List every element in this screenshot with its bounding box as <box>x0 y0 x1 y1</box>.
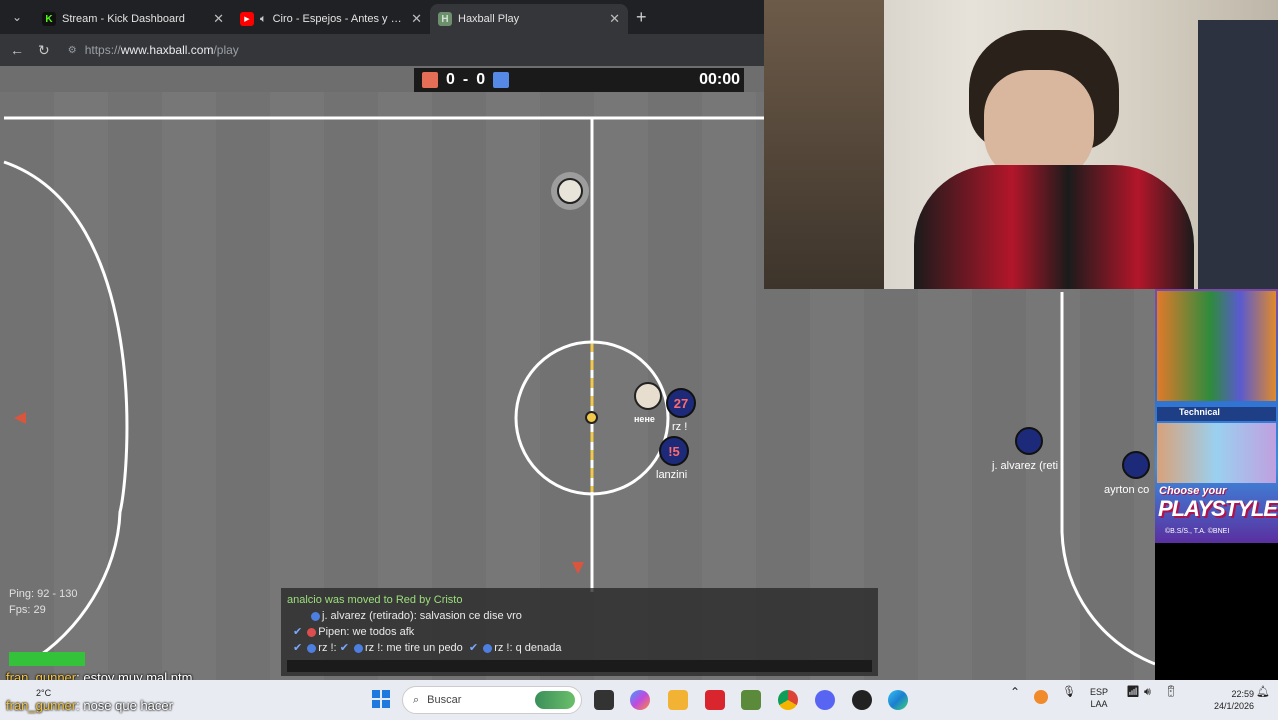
tray-chevron-icon[interactable]: ⌃ <box>1010 686 1020 698</box>
volume-icon[interactable]: 🔊︎ <box>1144 686 1151 698</box>
network-graph <box>9 652 85 666</box>
discord-icon[interactable] <box>815 690 835 710</box>
blue-team-dot-icon <box>483 643 493 653</box>
ping-readout: Ping: 92 - 130 <box>9 588 78 600</box>
wifi-icon[interactable]: 📶︎ <box>1126 686 1140 698</box>
score-blue: 0 <box>476 71 486 88</box>
chat-username: fran_gunner <box>6 698 77 713</box>
speaker-icon[interactable]: 🔈︎ <box>260 13 267 26</box>
chat-message: ✔ rz !: ✔ rz !: me tire un pedo ✔ rz !: … <box>293 642 562 654</box>
tab-title: Haxball Play <box>458 13 520 25</box>
weather-widget[interactable]: 2°C <box>36 688 51 698</box>
windows-start-icon[interactable] <box>372 690 390 708</box>
kick-icon: K <box>42 12 56 26</box>
tab-title: Ciro - Espejos - Antes y desp <box>272 13 406 25</box>
player-name: rz ! <box>672 421 688 433</box>
ad-copyright: ©B.S/S., T.A. ©BNEI <box>1165 528 1230 535</box>
close-tab-icon[interactable]: ✕ <box>609 11 620 27</box>
url-host: www.haxball.com <box>120 43 214 57</box>
player-name: lanzini <box>656 469 688 481</box>
site-info-icon[interactable]: ⚙ <box>68 45 77 56</box>
player-name: нене <box>634 414 655 424</box>
back-arrow-icon[interactable]: ← <box>10 42 24 58</box>
chat-message: j. alvarez (retirado): salvasion ce dise… <box>287 608 872 624</box>
tab-kick-dashboard[interactable]: K Stream - Kick Dashboard ✕ <box>34 4 232 34</box>
notification-bell-icon[interactable]: 🔔︎ <box>1256 686 1270 698</box>
taskbar-search[interactable]: ⌕ Buscar <box>402 686 582 714</box>
battery-icon[interactable]: 🔋︎ <box>1164 686 1178 698</box>
ad-characters-image <box>1157 423 1276 483</box>
tray-app-icon[interactable] <box>1034 690 1048 704</box>
ad-characters-image <box>1157 291 1276 401</box>
youtube-icon: ▶ <box>240 12 254 26</box>
check-icon: ✔ <box>468 642 479 654</box>
match-clock: 00:00 <box>699 71 740 88</box>
player-disc-blue <box>1122 451 1150 479</box>
blue-team-square <box>493 72 510 88</box>
microphone-icon[interactable]: 🎙︎ <box>1062 686 1076 698</box>
network-stats: Ping: 92 - 130 Fps: 29 <box>9 586 78 618</box>
screen: ⌄ K Stream - Kick Dashboard ✕ ▶ 🔈︎ Ciro … <box>0 0 1278 720</box>
check-icon: ✔ <box>339 642 349 654</box>
score-separator: - <box>462 71 469 88</box>
stream-chat-message: fran_gunner: nose que hacer <box>6 698 173 713</box>
url-field[interactable]: ⚙ https://www.haxball.com/play <box>68 43 239 57</box>
search-placeholder: Buscar <box>427 694 462 706</box>
app-e-icon[interactable] <box>705 690 725 710</box>
ad-playstyle-text: PLAYSTYLE <box>1158 496 1278 521</box>
obs-icon[interactable] <box>852 690 872 710</box>
url-path: /play <box>213 43 239 57</box>
player-disc-neutral <box>634 382 662 410</box>
player-disc-blue <box>1015 427 1043 455</box>
ad-technical-label: Technical <box>1157 407 1276 421</box>
chrome-icon[interactable] <box>778 690 798 710</box>
score-red: 0 <box>446 71 455 88</box>
webcam-feed <box>764 0 1278 289</box>
blue-team-dot-icon <box>307 643 317 653</box>
tab-youtube-video[interactable]: ▶ 🔈︎ Ciro - Espejos - Antes y desp ✕ <box>232 4 430 34</box>
check-icon: ✔ <box>293 626 303 638</box>
spectator-disc <box>551 172 589 210</box>
url-scheme: https:// <box>84 43 121 57</box>
address-bar: ← ↻ ⚙ https://www.haxball.com/play <box>0 34 764 66</box>
browser-tab-bar: ⌄ K Stream - Kick Dashboard ✕ ▶ 🔈︎ Ciro … <box>0 0 764 34</box>
check-icon: ✔ <box>293 642 303 654</box>
empty-panel <box>1155 543 1278 680</box>
haxball-icon: H <box>438 12 452 26</box>
blue-team-dot-icon <box>311 611 320 621</box>
clock-date: 24/1/2026 <box>1214 701 1255 711</box>
copilot-icon[interactable] <box>630 690 650 710</box>
close-tab-icon[interactable]: ✕ <box>213 11 224 27</box>
edge-icon[interactable] <box>888 690 908 710</box>
chat-system-message: analcio was moved to Red by Cristo <box>287 594 463 606</box>
player-name: j. alvarez (reti <box>992 460 1059 472</box>
search-icon: ⌕ <box>413 693 420 706</box>
close-tab-icon[interactable]: ✕ <box>411 11 422 27</box>
player-name: ayrton co <box>1104 484 1150 496</box>
red-team-dot-icon <box>307 627 317 637</box>
player-disc-27: 27 <box>666 388 696 418</box>
scoreboard: 0 - 0 00:00 <box>414 68 744 92</box>
search-highlight-image <box>535 691 575 709</box>
reload-icon[interactable]: ↻ <box>38 42 50 59</box>
red-team-square <box>422 72 438 88</box>
chat-input[interactable] <box>287 660 872 672</box>
tab-haxball-play[interactable]: H Haxball Play ✕ <box>430 4 628 34</box>
advertisement-banner[interactable]: Technical Choose your PLAYSTYLE ©B.S/S.,… <box>1155 289 1278 543</box>
minecraft-icon[interactable] <box>741 690 761 710</box>
fps-readout: Fps: 29 <box>9 604 46 616</box>
blue-team-dot-icon <box>353 643 363 653</box>
tab-title: Stream - Kick Dashboard <box>62 13 185 25</box>
taskbar-clock[interactable]: 22:59 24/1/2026 <box>1214 688 1254 712</box>
file-explorer-icon[interactable] <box>668 690 688 710</box>
task-view-icon[interactable] <box>594 690 614 710</box>
player-disc-15: !5 <box>659 436 689 466</box>
tab-search-chevron-icon[interactable]: ⌄ <box>0 0 34 34</box>
new-tab-plus-icon[interactable]: + <box>636 7 647 28</box>
language-indicator[interactable]: ESP LAA <box>1090 686 1108 710</box>
ball <box>585 411 598 424</box>
game-chat-panel: analcio was moved to Red by Cristo j. al… <box>281 588 878 676</box>
clock-time: 22:59 <box>1231 689 1255 699</box>
chat-message: ✔ Pipen: we todos afk <box>293 626 415 638</box>
